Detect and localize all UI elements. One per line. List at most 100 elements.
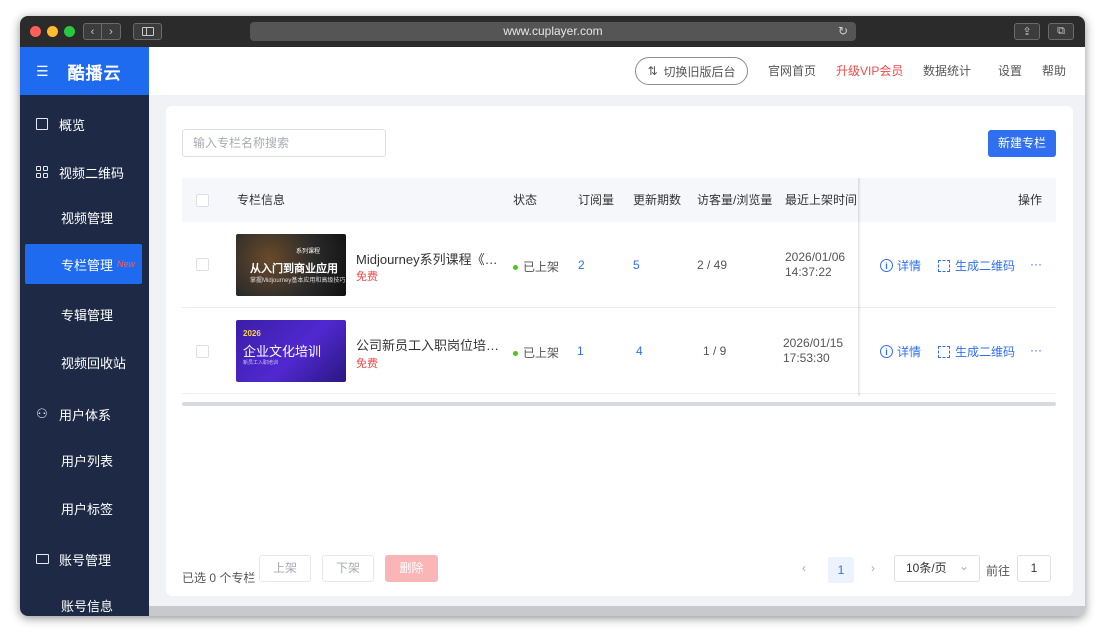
publish-date: 2026/01/15 xyxy=(783,336,844,350)
nav-data-stats[interactable]: 数据统计 xyxy=(923,47,971,95)
scan-icon xyxy=(938,259,950,272)
address-bar[interactable]: www.cuplayer.com ↻ xyxy=(250,22,856,41)
column-title[interactable]: Midjourney系列课程《从... xyxy=(356,249,504,268)
scan-icon xyxy=(938,345,950,358)
row-checkbox[interactable] xyxy=(196,345,209,358)
page-number-current[interactable]: 1 xyxy=(828,557,854,583)
unpublish-button[interactable]: 下架 xyxy=(322,555,374,582)
sidebar-toggle-button[interactable] xyxy=(133,23,162,40)
nav-settings[interactable]: 设置 xyxy=(998,47,1022,95)
publish-time: 14:37:22 xyxy=(785,265,832,279)
switch-old-version-button[interactable]: ⇅ 切换旧版后台 xyxy=(635,57,748,85)
generate-qrcode-button[interactable]: 生成二维码 xyxy=(938,257,1015,274)
column-cover-image[interactable]: 2026 企业文化培训 新员工入职培训 xyxy=(236,320,346,382)
back-button[interactable]: ‹ xyxy=(83,23,102,40)
table-row: 2026 企业文化培训 新员工入职培训 公司新员工入职岗位培训... 免费 已上… xyxy=(182,308,1056,394)
cover-year: 2026 xyxy=(243,329,261,338)
page-size-select[interactable]: 10条/页 ⌄ xyxy=(894,555,980,582)
detail-label: 详情 xyxy=(897,345,922,359)
column-header-issues: 更新期数 xyxy=(633,193,682,207)
menu-icon[interactable]: ☰ xyxy=(36,63,49,80)
sidebar-item-video-recycle-bin[interactable]: 视频回收站 xyxy=(20,342,149,382)
subscription-count[interactable]: 2 xyxy=(578,258,585,272)
url-text: www.cuplayer.com xyxy=(503,24,603,38)
sidebar-item-video-management[interactable]: 视频管理 xyxy=(20,197,149,237)
reload-icon[interactable]: ↻ xyxy=(838,22,848,41)
detail-button[interactable]: i 详情 xyxy=(880,343,921,360)
top-header: ⇅ 切换旧版后台 官网首页 升级VIP会员 数据统计 设置 帮助 xyxy=(149,47,1085,95)
sidebar-item-album-management[interactable]: 专辑管理 xyxy=(20,294,149,334)
column-title[interactable]: 公司新员工入职岗位培训... xyxy=(356,335,504,354)
more-actions-button[interactable]: ··· xyxy=(1030,343,1042,357)
select-all-checkbox[interactable] xyxy=(196,194,209,207)
new-column-button[interactable]: 新建专栏 xyxy=(988,130,1056,157)
share-button[interactable]: ⇪ xyxy=(1014,23,1040,40)
browser-window: ‹ › www.cuplayer.com ↻ ⇪ ⧉ ☰ 酷播云 概览 视频二维… xyxy=(20,16,1085,616)
column-header-actions: 操作 xyxy=(1018,193,1043,207)
sidebar-item-label: 视频管理 xyxy=(61,210,114,226)
grid-icon xyxy=(35,165,49,179)
horizontal-scrollbar[interactable] xyxy=(182,402,1056,406)
goto-page-input[interactable]: 1 xyxy=(1017,555,1051,582)
sidebar: ☰ 酷播云 概览 视频二维码 视频管理 专栏管理 New 专辑管理 视频回收站 … xyxy=(20,47,149,616)
sidebar-item-column-management[interactable]: 专栏管理 New xyxy=(25,244,142,284)
sidebar-item-label: 视频回收站 xyxy=(61,355,127,371)
chart-icon xyxy=(35,117,49,131)
column-header-last-publish: 最近上架时间 xyxy=(785,193,858,207)
status-badge: 已上架 xyxy=(513,258,559,275)
detail-button[interactable]: i 详情 xyxy=(880,257,921,274)
search-input[interactable]: 输入专栏名称搜索 xyxy=(182,129,386,157)
qrcode-label: 生成二维码 xyxy=(955,345,1016,359)
detail-label: 详情 xyxy=(897,259,922,273)
nav-upgrade-vip[interactable]: 升级VIP会员 xyxy=(836,47,903,95)
cover-label: 系列课程 xyxy=(296,249,321,255)
sidebar-item-label: 账号管理 xyxy=(59,552,112,568)
visitor-view-count: 1 / 9 xyxy=(703,344,727,358)
sidebar-item-user-system[interactable]: ⚇ 用户体系 xyxy=(20,394,149,434)
column-header-subscriptions: 订阅量 xyxy=(578,193,615,207)
publish-time: 17:53:30 xyxy=(783,351,830,365)
sidebar-item-label: 专栏管理 xyxy=(61,257,114,273)
forward-button[interactable]: › xyxy=(102,23,121,40)
nav-official-home[interactable]: 官网首页 xyxy=(768,47,816,95)
issue-count[interactable]: 4 xyxy=(636,344,643,358)
chevron-down-icon: ⌄ xyxy=(958,559,969,573)
prev-page-button[interactable]: ‹ xyxy=(802,561,806,575)
delete-button[interactable]: 删除 xyxy=(385,555,438,582)
nav-help[interactable]: 帮助 xyxy=(1042,47,1066,95)
goto-label: 前往 xyxy=(986,564,1011,578)
next-page-button[interactable]: › xyxy=(871,561,875,575)
qrcode-label: 生成二维码 xyxy=(955,259,1016,273)
column-list-card: 输入专栏名称搜索 新建专栏 专栏信息 状态 订阅量 更新期数 访客量/浏览量 最… xyxy=(166,106,1073,596)
tabs-overview-button[interactable]: ⧉ xyxy=(1048,23,1074,40)
switch-label: 切换旧版后台 xyxy=(663,64,736,79)
sidebar-item-label: 用户标签 xyxy=(61,501,114,517)
more-actions-button[interactable]: ··· xyxy=(1030,257,1042,271)
sidebar-item-account-management[interactable]: 账号管理 xyxy=(20,539,149,579)
sidebar-icon xyxy=(141,27,154,36)
maximize-window-button[interactable] xyxy=(64,26,75,37)
sidebar-item-video-qrcode[interactable]: 视频二维码 xyxy=(20,152,149,192)
new-badge: New xyxy=(117,259,136,269)
publish-button[interactable]: 上架 xyxy=(259,555,311,582)
minimize-window-button[interactable] xyxy=(47,26,58,37)
price-tag: 免费 xyxy=(356,271,378,283)
subscription-count[interactable]: 1 xyxy=(577,344,584,358)
info-icon: i xyxy=(880,259,893,272)
close-window-button[interactable] xyxy=(30,26,41,37)
sidebar-item-label: 用户列表 xyxy=(61,453,114,469)
issue-count[interactable]: 5 xyxy=(633,258,640,272)
price-tag: 免费 xyxy=(356,358,378,370)
info-icon: i xyxy=(880,345,893,358)
row-checkbox[interactable] xyxy=(196,258,209,271)
column-header-views: 访客量/浏览量 xyxy=(697,193,773,207)
sidebar-item-account-info[interactable]: 账号信息 xyxy=(20,585,149,616)
window-bottom-strip xyxy=(149,606,1085,616)
sidebar-item-overview[interactable]: 概览 xyxy=(20,104,149,144)
generate-qrcode-button[interactable]: 生成二维码 xyxy=(938,343,1015,360)
cover-title: 企业文化培训 xyxy=(243,344,322,359)
sidebar-item-user-tags[interactable]: 用户标签 xyxy=(20,488,149,528)
column-cover-image[interactable]: 系列课程 从入门到商业应用 掌握Midjourney基本应用和高级技巧 xyxy=(236,234,346,296)
brand-name: 酷播云 xyxy=(67,63,122,83)
sidebar-item-user-list[interactable]: 用户列表 xyxy=(20,440,149,480)
